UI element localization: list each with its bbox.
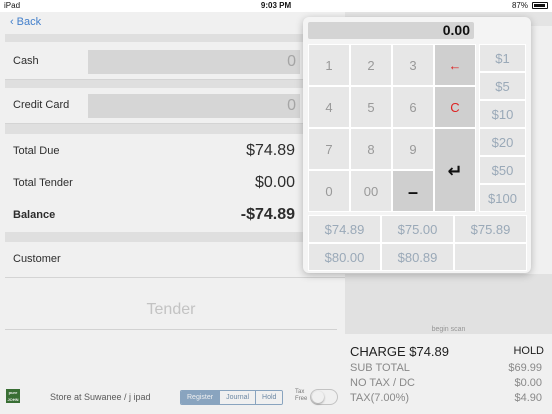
pure-john-logo: pure JOHN [6,389,20,403]
total-due-value: $74.89 [246,142,295,159]
payment-panel: ‹ Back Cash 0 Credit Card 0 Total Due $7… [0,12,345,414]
scan-area[interactable] [345,274,552,334]
segment-journal[interactable]: Journal [220,391,257,404]
clear-key[interactable]: C [434,86,476,128]
subtotal-row: SUB TOTAL $69.99 [350,362,542,374]
key-6[interactable]: 6 [392,86,434,128]
back-label: Back [16,16,42,28]
total-tender-label: Total Tender [13,177,73,189]
segment-register[interactable]: Register [181,391,221,404]
no-tax-label: NO TAX / DC [350,377,415,389]
tax-free-label: Tax Free [295,389,308,402]
key-7[interactable]: 7 [308,128,350,170]
tax-label: TAX(7.00%) [350,392,410,404]
minus-key[interactable]: – [392,170,434,212]
subtotal-label: SUB TOTAL [350,362,410,374]
battery-percent: 87% [511,1,528,10]
key-2[interactable]: 2 [350,44,392,86]
store-name: Store at Suwanee / j ipad [50,392,151,402]
backspace-key[interactable]: ← [434,44,476,86]
quick-amount-7589[interactable]: $75.89 [454,215,527,243]
segment-hold[interactable]: Hold [256,391,283,404]
total-due-row: Total Due $74.89 [5,134,345,170]
enter-key[interactable]: ↵ [434,128,476,212]
status-icons: 87% [512,1,548,10]
begin-scan-label: begin scan [431,326,466,333]
separator-band [5,34,345,42]
total-tender-value: $0.00 [254,174,295,191]
credit-card-amount-input[interactable]: 0 [88,94,300,118]
mode-segmented-control: Register Journal Hold [180,390,284,405]
quick-amount-7489[interactable]: $74.89 [308,215,381,243]
amount-keypad-popover: 0.00 1 2 3 ← 4 5 6 C 7 8 9 ↵ 0 00 – $1 $… [303,17,531,273]
credit-card-label: Credit Card [13,99,70,111]
credit-card-row: Credit Card 0 [5,88,345,124]
charge-button[interactable]: CHARGE $74.89 [350,344,449,359]
footer-bar: pure JOHN Store at Suwanee / j ipad Regi… [0,386,345,414]
key-3[interactable]: 3 [392,44,434,86]
cash-100-button[interactable]: $100 [479,184,526,212]
clock: 9:03 PM [260,1,292,10]
tax-free-toggle[interactable] [310,389,338,405]
tax-row: TAX(7.00%) $4.90 [350,392,542,404]
balance-label: Balance [13,209,56,221]
customer-row[interactable]: Customer [5,242,345,278]
empty-amount-slot [454,243,527,271]
cash-label: Cash [13,55,39,67]
key-8[interactable]: 8 [350,128,392,170]
key-00[interactable]: 00 [350,170,392,212]
balance-value: -$74.89 [240,206,295,223]
separator-band [5,80,345,88]
key-1[interactable]: 1 [308,44,350,86]
subtotal-value: $69.99 [508,362,542,374]
cash-row: Cash 0 [5,44,345,80]
customer-label: Customer [13,253,61,265]
key-0[interactable]: 0 [308,170,350,212]
battery-icon [532,2,548,9]
cash-50-button[interactable]: $50 [479,156,526,184]
cash-5-button[interactable]: $5 [479,72,526,100]
back-button[interactable]: ‹ Back [10,16,41,28]
status-bar: iPad 9:03 PM 87% [0,0,552,12]
key-5[interactable]: 5 [350,86,392,128]
cash-1-button[interactable]: $1 [479,44,526,72]
quick-amount-7500[interactable]: $75.00 [381,215,454,243]
quick-amount-8000[interactable]: $80.00 [308,243,381,271]
cash-10-button[interactable]: $10 [479,100,526,128]
separator-band [5,232,345,242]
balance-row: Balance -$74.89 [5,198,345,234]
total-due-label: Total Due [13,145,60,157]
quick-amount-8089[interactable]: $80.89 [381,243,454,271]
tax-value: $4.90 [514,392,542,404]
chevron-left-icon: ‹ [10,16,14,28]
hold-button[interactable]: HOLD [513,345,544,357]
cash-amount-input[interactable]: 0 [88,50,300,74]
key-9[interactable]: 9 [392,128,434,170]
key-4[interactable]: 4 [308,86,350,128]
tender-button[interactable]: Tender [5,290,337,330]
no-tax-value: $0.00 [514,377,542,389]
no-tax-row: NO TAX / DC $0.00 [350,377,542,389]
cash-20-button[interactable]: $20 [479,128,526,156]
keypad-display: 0.00 [308,22,474,39]
separator-band [5,124,345,134]
total-tender-row: Total Tender $0.00 [5,166,345,202]
